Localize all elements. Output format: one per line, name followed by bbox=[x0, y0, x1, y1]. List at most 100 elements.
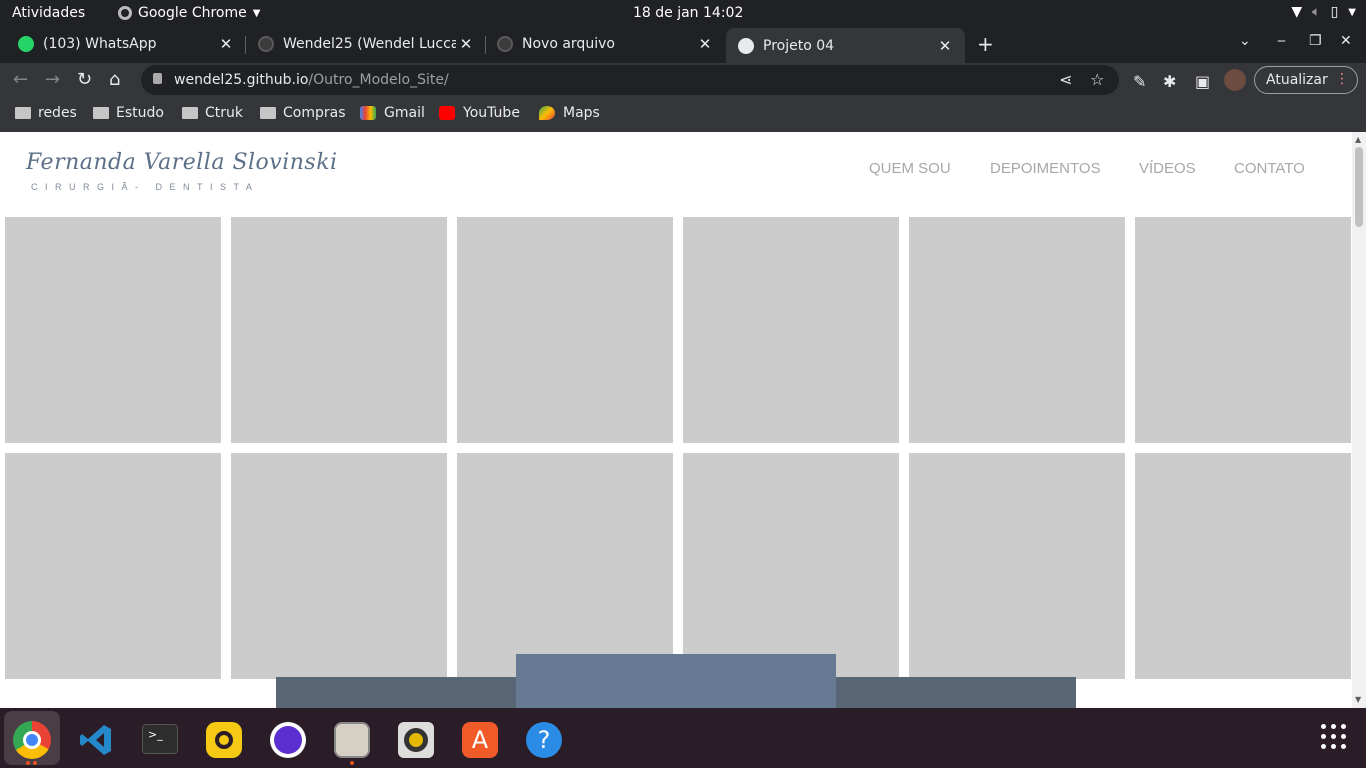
extensions-puzzle-icon[interactable]: ✱ bbox=[1163, 72, 1176, 91]
scroll-down-icon[interactable]: ▼ bbox=[1355, 695, 1361, 704]
app-menu-label: Google Chrome bbox=[138, 5, 247, 21]
gallery-tile[interactable] bbox=[457, 217, 673, 443]
url-host: wendel25.github.io bbox=[174, 72, 309, 88]
gallery-tile[interactable] bbox=[5, 217, 221, 443]
tab-label: Wendel25 (Wendel Lucca) bbox=[283, 35, 456, 52]
back-icon[interactable]: ← bbox=[13, 69, 28, 90]
gallery-tile[interactable] bbox=[1135, 217, 1351, 443]
gallery-tile[interactable] bbox=[231, 453, 447, 679]
github-icon bbox=[258, 35, 274, 52]
gallery-tile[interactable] bbox=[5, 453, 221, 679]
close-icon[interactable]: ✕ bbox=[935, 37, 955, 55]
restore-icon[interactable]: ❐ bbox=[1309, 33, 1322, 49]
tab-label: Projeto 04 bbox=[763, 37, 835, 54]
gallery-tile[interactable] bbox=[909, 453, 1125, 679]
help-icon[interactable]: ? bbox=[526, 722, 562, 758]
clock[interactable]: 18 de jan 14:02 bbox=[633, 5, 743, 21]
page-scrollbar[interactable]: ▲ ▼ bbox=[1352, 132, 1366, 708]
bookmark-label: Ctruk bbox=[205, 105, 244, 121]
bookmarks-bar: redes Estudo Ctruk Compras Gmail YouTube… bbox=[0, 97, 1366, 132]
home-icon[interactable]: ⌂ bbox=[109, 69, 120, 90]
folder-icon bbox=[93, 107, 109, 119]
reload-icon[interactable]: ↻ bbox=[77, 69, 92, 90]
bookmark-ctruk[interactable]: Ctruk bbox=[182, 105, 243, 121]
gallery-tile[interactable] bbox=[457, 453, 673, 679]
show-applications-icon[interactable] bbox=[1321, 724, 1347, 750]
caret-down-icon: ▼ bbox=[252, 7, 261, 19]
url-text: wendel25.github.io/Outro_Modelo_Site/ bbox=[174, 72, 449, 88]
app-menu[interactable]: Google Chrome ▼ bbox=[118, 5, 260, 21]
gallery-tile[interactable] bbox=[231, 217, 447, 443]
rhythmbox-icon[interactable] bbox=[398, 722, 434, 758]
close-icon[interactable]: ✕ bbox=[216, 35, 236, 53]
new-tab-button[interactable]: + bbox=[977, 32, 994, 56]
activities-button[interactable]: Atividades bbox=[12, 5, 85, 21]
update-label: Atualizar bbox=[1266, 72, 1328, 88]
bookmark-label: Compras bbox=[283, 105, 346, 121]
close-icon[interactable]: ✕ bbox=[456, 35, 476, 53]
close-icon[interactable]: ✕ bbox=[695, 35, 715, 53]
gallery-tile[interactable] bbox=[909, 217, 1125, 443]
gmail-icon bbox=[360, 106, 376, 120]
tab-github-profile[interactable]: Wendel25 (Wendel Lucca) ✕ bbox=[240, 27, 486, 60]
vscode-icon[interactable] bbox=[78, 722, 114, 758]
chrome-app-icon bbox=[118, 6, 132, 20]
youtube-icon bbox=[439, 106, 455, 120]
address-bar[interactable]: wendel25.github.io/Outro_Modelo_Site/ ⋖ … bbox=[141, 65, 1119, 95]
logo-subtitle: CIRURGIÃ- DENTISTA bbox=[31, 182, 260, 192]
globe-icon bbox=[738, 37, 754, 54]
github-icon bbox=[497, 35, 513, 52]
folder-icon bbox=[15, 107, 31, 119]
ubuntu-dock: >_ A ? bbox=[0, 708, 1366, 768]
bookmark-label: redes bbox=[38, 105, 77, 121]
share-icon[interactable]: ⋖ bbox=[1059, 70, 1072, 89]
close-window-icon[interactable]: ✕ bbox=[1340, 33, 1352, 49]
bookmark-label: Gmail bbox=[384, 105, 425, 121]
lock-icon[interactable] bbox=[153, 73, 162, 84]
nav-quem-sou[interactable]: QUEM SOU bbox=[869, 160, 951, 177]
tab-search-icon[interactable]: ⌄ bbox=[1239, 33, 1251, 49]
bookmark-estudo[interactable]: Estudo bbox=[93, 105, 164, 121]
nav-videos[interactable]: VÍDEOS bbox=[1139, 160, 1196, 177]
menu-dots-icon[interactable]: ⋮ bbox=[1335, 71, 1349, 87]
files-icon[interactable] bbox=[334, 722, 370, 758]
tab-label: (103) WhatsApp bbox=[43, 35, 157, 52]
beekeeper-icon[interactable] bbox=[206, 722, 242, 758]
bookmark-youtube[interactable]: YouTube bbox=[439, 105, 520, 121]
minimize-icon[interactable]: ‒ bbox=[1277, 33, 1286, 49]
footer-highlight-box bbox=[516, 654, 836, 708]
tab-projeto-04[interactable]: Projeto 04 ✕ bbox=[726, 28, 965, 63]
nav-contato[interactable]: CONTATO bbox=[1234, 160, 1305, 177]
scroll-up-icon[interactable]: ▲ bbox=[1355, 135, 1361, 144]
terminal-icon[interactable]: >_ bbox=[142, 724, 178, 754]
extension-pen-icon[interactable]: ✎ bbox=[1133, 72, 1146, 91]
bookmark-gmail[interactable]: Gmail bbox=[360, 105, 425, 121]
side-panel-icon[interactable]: ▣ bbox=[1195, 72, 1210, 91]
bookmark-star-icon[interactable]: ☆ bbox=[1090, 70, 1104, 89]
gallery-tile[interactable] bbox=[683, 217, 899, 443]
bookmark-label: Estudo bbox=[116, 105, 164, 121]
tor-icon[interactable] bbox=[270, 722, 306, 758]
chrome-icon[interactable] bbox=[13, 721, 51, 759]
wifi-icon: ▼ bbox=[1291, 4, 1303, 20]
bookmark-compras[interactable]: Compras bbox=[260, 105, 346, 121]
battery-icon: ▯ bbox=[1330, 4, 1339, 20]
software-center-icon[interactable]: A bbox=[462, 722, 498, 758]
profile-avatar[interactable] bbox=[1224, 69, 1246, 91]
browser-toolbar: ← → ↻ ⌂ wendel25.github.io/Outro_Modelo_… bbox=[0, 63, 1366, 97]
bookmark-label: YouTube bbox=[463, 105, 520, 121]
scrollbar-thumb[interactable] bbox=[1355, 147, 1363, 227]
bookmark-redes[interactable]: redes bbox=[15, 105, 77, 121]
tab-whatsapp[interactable]: (103) WhatsApp ✕ bbox=[0, 27, 246, 60]
bookmark-maps[interactable]: Maps bbox=[539, 105, 600, 121]
url-path: /Outro_Modelo_Site/ bbox=[308, 72, 449, 88]
update-button[interactable]: Atualizar ⋮ bbox=[1254, 66, 1358, 94]
system-tray[interactable]: ▼ 🔈︎ ▯ ▼ bbox=[1291, 4, 1356, 20]
forward-icon[interactable]: → bbox=[45, 69, 60, 90]
gallery-tile[interactable] bbox=[1135, 453, 1351, 679]
tab-novo-arquivo[interactable]: Novo arquivo ✕ bbox=[479, 27, 725, 60]
tab-strip: (103) WhatsApp ✕ Wendel25 (Wendel Lucca)… bbox=[0, 27, 1366, 63]
nav-depoimentos[interactable]: DEPOIMENTOS bbox=[990, 160, 1101, 177]
caret-down-icon: ▼ bbox=[1348, 6, 1356, 18]
gallery-tile[interactable] bbox=[683, 453, 899, 679]
